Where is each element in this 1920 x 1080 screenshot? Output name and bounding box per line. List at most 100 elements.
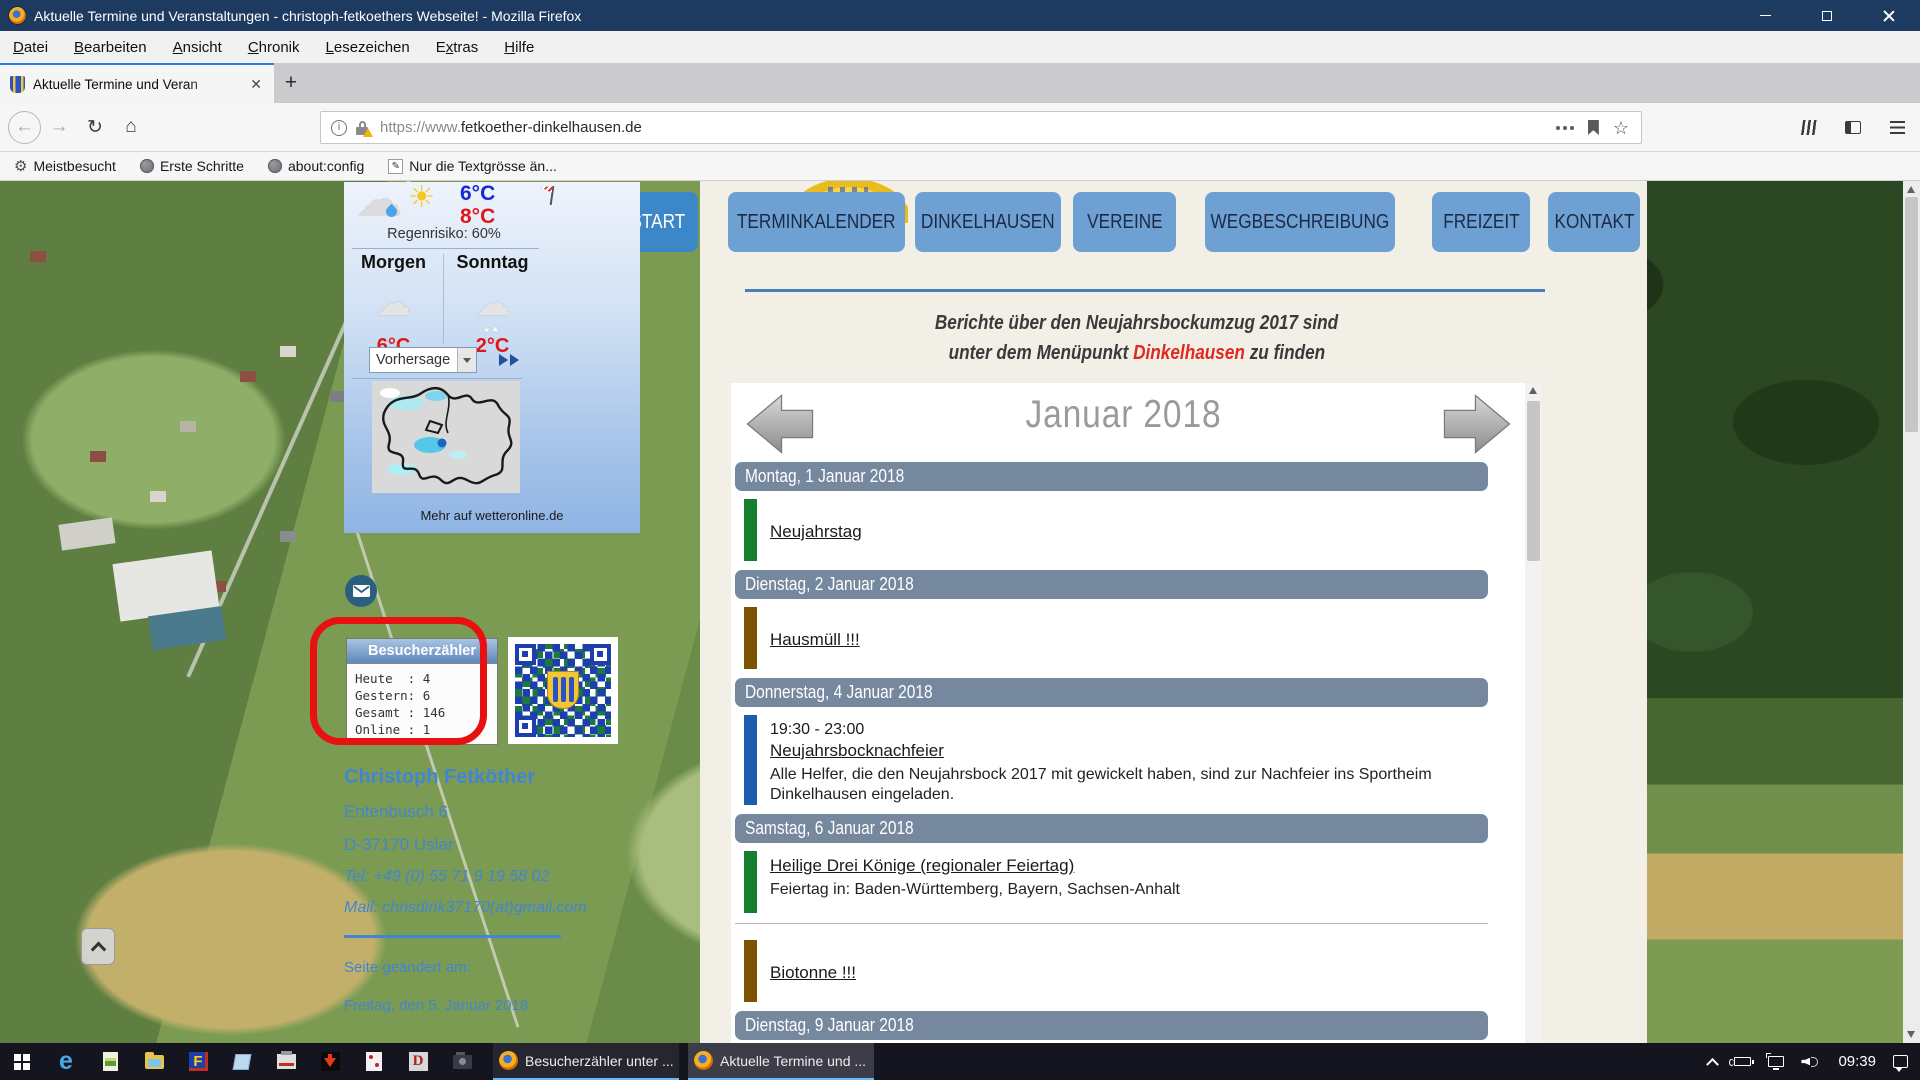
event-link[interactable]: Neujahrsbocknachfeier bbox=[770, 740, 944, 762]
page-scrollbar[interactable] bbox=[1903, 181, 1920, 1043]
back-button[interactable]: ← bbox=[8, 111, 41, 144]
bookmark-textgroesse[interactable]: ✎Nur die Textgrösse än... bbox=[388, 158, 557, 174]
action-center-icon[interactable] bbox=[1893, 1055, 1908, 1068]
battery-icon[interactable] bbox=[1734, 1057, 1751, 1066]
forecast-sonntag: Sonntag ☁** 2°C bbox=[443, 252, 542, 358]
minimize-button[interactable] bbox=[1734, 0, 1796, 31]
taskbar-downloader[interactable] bbox=[308, 1043, 352, 1080]
bookmark-meistbesucht[interactable]: ⚙Meistbesucht bbox=[14, 158, 116, 174]
next-month-button[interactable] bbox=[1440, 393, 1514, 455]
nav-button-terminkalender[interactable]: TERMINKALENDER bbox=[728, 192, 905, 252]
taskbar-printer[interactable] bbox=[264, 1043, 308, 1080]
day-header: Dienstag, 2 Januar 2018 bbox=[735, 570, 1488, 599]
url-scheme: https://www. bbox=[380, 119, 461, 136]
day-header-label: Montag, 1 Januar 2018 bbox=[745, 462, 904, 491]
menu-button[interactable] bbox=[1880, 111, 1914, 144]
taskbar-window-label: Besucherzähler unter ... bbox=[525, 1053, 673, 1069]
day-header-label: Dienstag, 9 Januar 2018 bbox=[745, 1011, 914, 1040]
globe-icon bbox=[140, 159, 154, 173]
new-tab-button[interactable]: + bbox=[274, 63, 308, 103]
nav-button-dinkelhausen[interactable]: DINKELHAUSEN bbox=[915, 192, 1061, 252]
taskbar-edge[interactable]: e bbox=[44, 1043, 88, 1080]
menu-hilfe[interactable]: Hilfe bbox=[504, 39, 534, 56]
home-button[interactable]: ⌂ bbox=[113, 110, 149, 144]
bookmark-about-config[interactable]: about:config bbox=[268, 158, 364, 174]
bookmarks-bar: ⚙Meistbesucht Erste Schritte about:confi… bbox=[0, 152, 1920, 181]
weather-divider bbox=[352, 248, 539, 249]
contact-email[interactable]: Mail: chrisdink37170(at)gmail.com bbox=[344, 899, 664, 917]
taskbar-photos[interactable] bbox=[88, 1043, 132, 1080]
taskbar-filemanager[interactable]: F bbox=[176, 1043, 220, 1080]
scrollbar-up-icon[interactable] bbox=[1907, 186, 1915, 193]
tab-bar: Aktuelle Termine und Veran ✕ + bbox=[0, 63, 1920, 103]
taskbar-d-app[interactable]: D bbox=[396, 1043, 440, 1080]
tab-close-icon[interactable]: ✕ bbox=[246, 74, 266, 95]
event-link[interactable]: Neujahrstag bbox=[770, 521, 862, 543]
fast-forward-icon[interactable] bbox=[499, 354, 519, 366]
pocket-icon[interactable] bbox=[1588, 120, 1599, 135]
nav-button-kontakt[interactable]: KONTAKT bbox=[1548, 192, 1640, 252]
menu-lesezeichen[interactable]: Lesezeichen bbox=[326, 39, 410, 56]
taskbar-cards[interactable] bbox=[352, 1043, 396, 1080]
scrollbar-down-icon[interactable] bbox=[1907, 1031, 1915, 1038]
menu-chronik[interactable]: Chronik bbox=[248, 39, 300, 56]
url-bar[interactable]: i https://www.fetkoether-dinkelhausen.de… bbox=[320, 111, 1642, 144]
nav-button-label: FREIZEIT bbox=[1443, 211, 1519, 234]
close-button[interactable] bbox=[1858, 0, 1920, 31]
calendar-scrollbar[interactable] bbox=[1525, 383, 1542, 1043]
scrollbar-up-icon[interactable] bbox=[1529, 387, 1537, 394]
menu-extras[interactable]: Extras bbox=[436, 39, 479, 56]
start-button[interactable] bbox=[0, 1043, 44, 1080]
page-scrollbar-thumb[interactable] bbox=[1905, 197, 1918, 432]
sidebar-button[interactable] bbox=[1836, 111, 1870, 144]
contact-street: Entenbusch 6 bbox=[344, 802, 664, 822]
network-icon[interactable] bbox=[1768, 1056, 1784, 1067]
menu-key: D bbox=[13, 39, 24, 56]
weather-radar-map[interactable] bbox=[372, 381, 520, 493]
page-info-icon[interactable]: i bbox=[331, 120, 347, 136]
event-link[interactable]: Hausmüll !!! bbox=[770, 629, 860, 651]
taskbar-camera[interactable] bbox=[440, 1043, 484, 1080]
page-actions-icon[interactable] bbox=[1556, 126, 1574, 130]
library-button[interactable] bbox=[1792, 111, 1826, 144]
tab-aktuelle-termine[interactable]: Aktuelle Termine und Veran ✕ bbox=[0, 63, 274, 103]
tray-chevron-up-icon[interactable] bbox=[1707, 1058, 1720, 1071]
rain-risk-label: Regenrisiko: 60% bbox=[344, 226, 544, 242]
day-header: Dienstag, 9 Januar 2018 bbox=[735, 1011, 1488, 1040]
forecast-select[interactable]: Vorhersage bbox=[369, 347, 477, 373]
email-button[interactable] bbox=[345, 575, 377, 607]
clock[interactable]: 09:39 bbox=[1838, 1053, 1876, 1070]
taskbar-window-aktuelle-termine[interactable]: Aktuelle Termine und ... bbox=[688, 1043, 874, 1080]
forward-button[interactable]: → bbox=[41, 110, 77, 144]
menu-datei[interactable]: Datei bbox=[13, 39, 48, 56]
url-text[interactable]: https://www.fetkoether-dinkelhausen.de bbox=[380, 119, 642, 136]
nav-button-freizeit[interactable]: FREIZEIT bbox=[1432, 192, 1530, 252]
event-description: Feiertag in: Baden-Württemberg, Bayern, … bbox=[770, 880, 1180, 900]
taskbar-window-besucherzaehler[interactable]: Besucherzähler unter ... bbox=[493, 1043, 679, 1080]
bookmark-star-icon[interactable]: ☆ bbox=[1613, 119, 1629, 137]
wetteronline-link[interactable]: Mehr auf wetteronline.de bbox=[344, 508, 640, 523]
speaker-icon[interactable] bbox=[1801, 1055, 1821, 1069]
maximize-button[interactable] bbox=[1796, 0, 1858, 31]
calendar-event: Biotonne !!! bbox=[744, 940, 1478, 1002]
maximize-icon bbox=[1822, 11, 1832, 21]
mixed-content-lock-icon[interactable] bbox=[355, 120, 370, 136]
calendar-day: Donnerstag, 4 Januar 201819:30 - 23:00Ne… bbox=[731, 678, 1518, 805]
reload-button[interactable]: ↻ bbox=[77, 110, 113, 144]
taskbar-notes[interactable] bbox=[220, 1043, 264, 1080]
day-header-label: Donnerstag, 4 Januar 2018 bbox=[745, 678, 933, 707]
nav-button-wegbeschreibung[interactable]: WEGBESCHREIBUNG bbox=[1205, 192, 1395, 252]
firefox-icon bbox=[499, 1051, 518, 1070]
nav-button-vereine[interactable]: VEREINE bbox=[1073, 192, 1176, 252]
event-link[interactable]: Biotonne !!! bbox=[770, 962, 856, 984]
event-link[interactable]: Heilige Drei Könige (regionaler Feiertag… bbox=[770, 855, 1074, 877]
calendar-days: Montag, 1 Januar 2018 Neujahrstag Dienstag… bbox=[731, 462, 1542, 1040]
menu-bearbeiten[interactable]: Bearbeiten bbox=[74, 39, 147, 56]
bookmark-erste-schritte[interactable]: Erste Schritte bbox=[140, 158, 244, 174]
edge-icon: e bbox=[59, 1049, 73, 1074]
calendar-scrollbar-thumb[interactable] bbox=[1527, 401, 1540, 561]
menu-ansicht[interactable]: Ansicht bbox=[173, 39, 222, 56]
taskbar-explorer[interactable] bbox=[132, 1043, 176, 1080]
scroll-to-top-button[interactable] bbox=[81, 928, 115, 965]
menu-key: L bbox=[326, 39, 334, 56]
